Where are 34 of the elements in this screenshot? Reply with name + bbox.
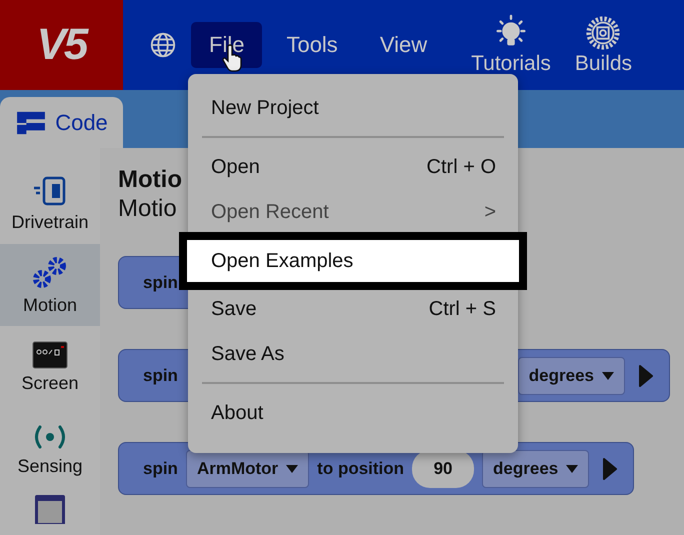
- code-tab[interactable]: Code: [0, 97, 123, 148]
- menu-item[interactable]: Open Ctrl + O: [188, 145, 518, 190]
- toolbar-button[interactable]: Tutorials: [465, 14, 557, 76]
- logo-text: V5: [36, 20, 86, 70]
- menu-item[interactable]: Save As: [188, 332, 518, 377]
- block-label: spin: [143, 272, 178, 292]
- category-item[interactable]: Motion: [0, 244, 100, 326]
- block-dropdown[interactable]: ArmMotor: [186, 450, 310, 488]
- play-icon[interactable]: [639, 364, 653, 386]
- caret-icon: [602, 372, 614, 380]
- block-dropdown[interactable]: degrees: [482, 450, 590, 488]
- screen-icon: [32, 340, 68, 368]
- category-item[interactable]: Drivetrain: [0, 162, 100, 244]
- caret-icon: [286, 464, 298, 472]
- category-item[interactable]: Screen: [0, 326, 100, 408]
- block-label: spin: [143, 366, 178, 386]
- window-icon[interactable]: [34, 494, 66, 524]
- menu-item[interactable]: Open Examples: [186, 239, 520, 283]
- caret-icon: [566, 464, 578, 472]
- menu-button[interactable]: View: [362, 22, 446, 68]
- category-item[interactable]: Sensing: [0, 408, 100, 490]
- menu-item[interactable]: New Project: [188, 86, 518, 131]
- block-dropdown[interactable]: degrees: [518, 356, 625, 394]
- globe-icon[interactable]: [149, 31, 177, 59]
- section-subtitle: Motio: [118, 194, 177, 224]
- block-label: to position: [317, 458, 404, 478]
- gear-icon: [584, 14, 622, 52]
- menu-button[interactable]: Tools: [268, 22, 356, 68]
- block-label: spin: [143, 458, 178, 478]
- menu-item[interactable]: About: [188, 391, 518, 436]
- section-title: Motio: [118, 166, 182, 194]
- code-blocks-icon: [15, 110, 48, 136]
- play-icon[interactable]: [603, 458, 618, 480]
- toolbar-button[interactable]: Builds: [568, 14, 638, 76]
